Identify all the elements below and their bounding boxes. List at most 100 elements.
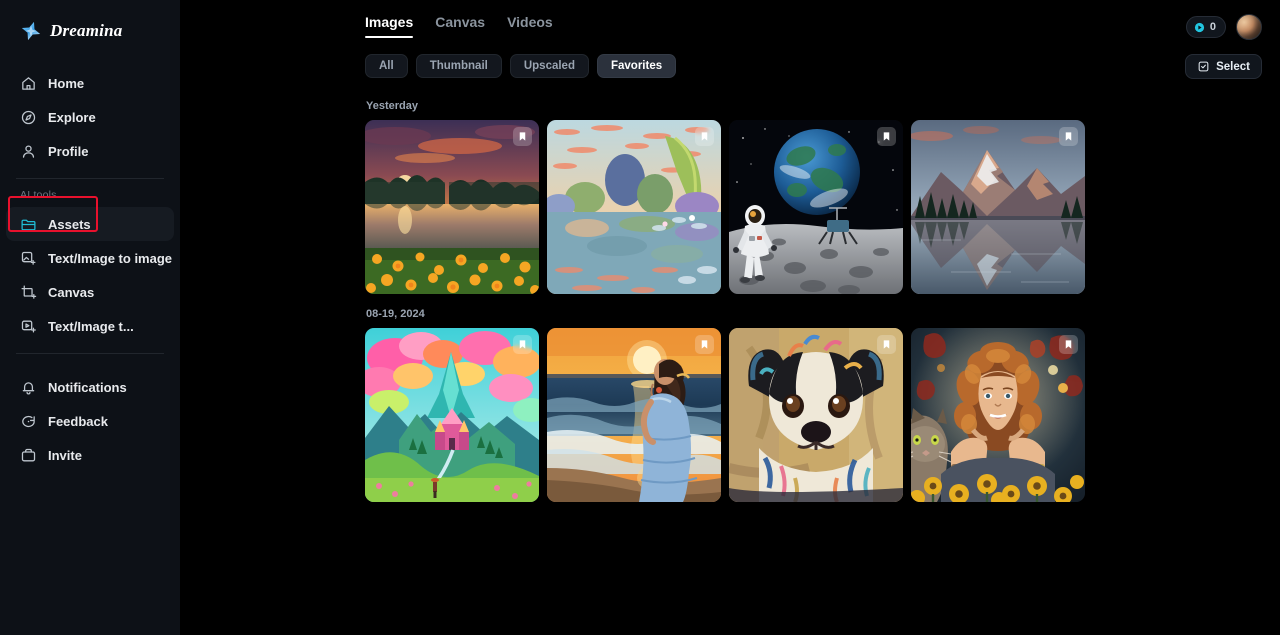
compass-icon [21,110,36,124]
bell-icon [22,381,35,394]
sidebar-divider-top [16,178,164,179]
tab-label: Canvas [435,14,486,30]
brand[interactable]: Dreamina [0,14,180,48]
select-button[interactable]: Select [1185,54,1262,79]
sidebar-item-label: Text/Image to image [48,250,173,266]
gallery-row [365,328,1280,502]
gallery-card-impressionist-lily-pond[interactable] [547,120,721,294]
credits-value: 0 [1209,21,1216,33]
gallery-card-girl-cat-sunflowers[interactable] [911,328,1085,502]
sidebar-item-explore[interactable]: Explore [6,100,174,134]
gallery-card-painted-puppy-portrait[interactable] [729,328,903,502]
sidebar-item-label: Feedback [48,413,108,429]
sidebar: Dreamina Home Explore Profile AI tools A… [0,0,180,635]
sidebar-item-label: Assets [48,216,91,232]
tab-images[interactable]: Images [365,14,414,38]
user-icon [22,144,35,158]
select-box-icon [1198,61,1209,72]
sidebar-item-label: Home [48,75,85,91]
filter-chip-upscaled[interactable]: Upscaled [509,54,589,78]
sidebar-item-notifications[interactable]: Notifications [6,370,174,404]
sidebar-item-text-image-to-video[interactable]: Text/Image t... [6,309,174,343]
gallery-card-sunset-lake-flowers[interactable] [365,120,539,294]
brand-name: Dreamina [50,21,123,40]
tab-canvas[interactable]: Canvas [435,14,485,38]
filter-chips: All Thumbnail Upscaled Favorites [365,54,1280,78]
top-bar: Images Canvas Videos 0 [180,0,1280,48]
star-logo-icon [21,21,41,41]
video-generate-icon [21,320,36,332]
sidebar-item-text-image-to-image[interactable]: Text/Image to image [6,241,174,275]
sidebar-item-label: Canvas [48,284,95,300]
bookmark-button[interactable] [513,335,532,354]
tab-bar: Images Canvas Videos [180,14,1280,38]
sidebar-item-profile[interactable]: Profile [6,134,174,168]
gallery: Yesterday 08-19, 2024 [180,88,1280,502]
sidebar-item-label: Explore [48,109,96,125]
bookmark-button[interactable] [513,127,532,146]
gallery-date-header: 08-19, 2024 [366,308,425,320]
bookmark-icon [883,132,890,141]
filter-chip-thumbnail[interactable]: Thumbnail [415,54,502,78]
artwork-girl-cat-sunflowers [911,328,1085,502]
select-button-label: Select [1216,60,1250,73]
sidebar-item-feedback[interactable]: Feedback [6,404,174,438]
bookmark-button[interactable] [695,335,714,354]
filter-chip-all[interactable]: All [365,54,408,78]
credit-coin-icon [1194,22,1204,32]
top-right-controls: 0 [1185,14,1262,40]
bookmark-icon [701,340,708,349]
invite-icon [21,448,36,461]
filter-chip-favorites[interactable]: Favorites [596,54,677,78]
bookmark-icon [519,340,526,349]
sidebar-item-home[interactable]: Home [6,66,174,100]
chip-label: Upscaled [523,60,575,72]
filter-bar: All Thumbnail Upscaled Favorites Select [180,54,1280,88]
sidebar-divider-bottom [16,353,164,354]
artwork-impressionist-lily-pond [547,120,721,294]
artwork-painted-puppy-portrait [729,328,903,502]
gallery-card-astronaut-moon-earth[interactable] [729,120,903,294]
chip-label: Favorites [610,60,663,72]
folder-icon [21,219,36,230]
bookmark-button[interactable] [1059,335,1078,354]
bookmark-button[interactable] [877,127,896,146]
artwork-sunset-lake-flowers [365,120,539,294]
artwork-astronaut-moon-earth [729,120,903,294]
artwork-mountain-lake-reflection [911,120,1085,294]
sidebar-primary-nav: Home Explore Profile AI tools Assets Tex… [0,66,180,472]
tab-label: Images [365,14,414,30]
sidebar-item-label: Text/Image t... [48,318,134,334]
tab-label: Videos [507,14,553,30]
gallery-card-fantasy-castle-mountain[interactable] [365,328,539,502]
credits-badge[interactable]: 0 [1185,16,1226,38]
main-content: Images Canvas Videos 0 All Thumbnail Ups… [180,0,1280,635]
bookmark-icon [1065,132,1072,141]
sidebar-item-canvas[interactable]: Canvas [6,275,174,309]
canvas-icon [21,284,37,299]
tab-videos[interactable]: Videos [507,14,553,38]
gallery-date-header: Yesterday [366,100,418,112]
artwork-woman-beach-sunset [547,328,721,502]
chip-label: All [379,60,394,72]
sidebar-item-assets[interactable]: Assets [6,207,174,241]
sidebar-item-invite[interactable]: Invite [6,438,174,472]
bookmark-button[interactable] [877,335,896,354]
chat-icon [22,415,35,427]
gallery-row [365,120,1280,294]
bookmark-button[interactable] [695,127,714,146]
sidebar-group-label: AI tools [20,189,57,201]
chip-label: Thumbnail [429,60,488,72]
bookmark-button[interactable] [1059,127,1078,146]
sidebar-item-label: Notifications [48,379,127,395]
dreamina-assets-page: Dreamina Home Explore Profile AI tools A… [0,0,1280,635]
avatar[interactable] [1236,14,1262,40]
bookmark-icon [883,340,890,349]
artwork-fantasy-castle-mountain [365,328,539,502]
sidebar-item-label: Profile [48,143,89,159]
gallery-card-woman-beach-sunset[interactable] [547,328,721,502]
gallery-card-mountain-lake-reflection[interactable] [911,120,1085,294]
sidebar-item-label: Invite [48,447,82,463]
bookmark-icon [519,132,526,141]
home-icon [22,76,35,90]
